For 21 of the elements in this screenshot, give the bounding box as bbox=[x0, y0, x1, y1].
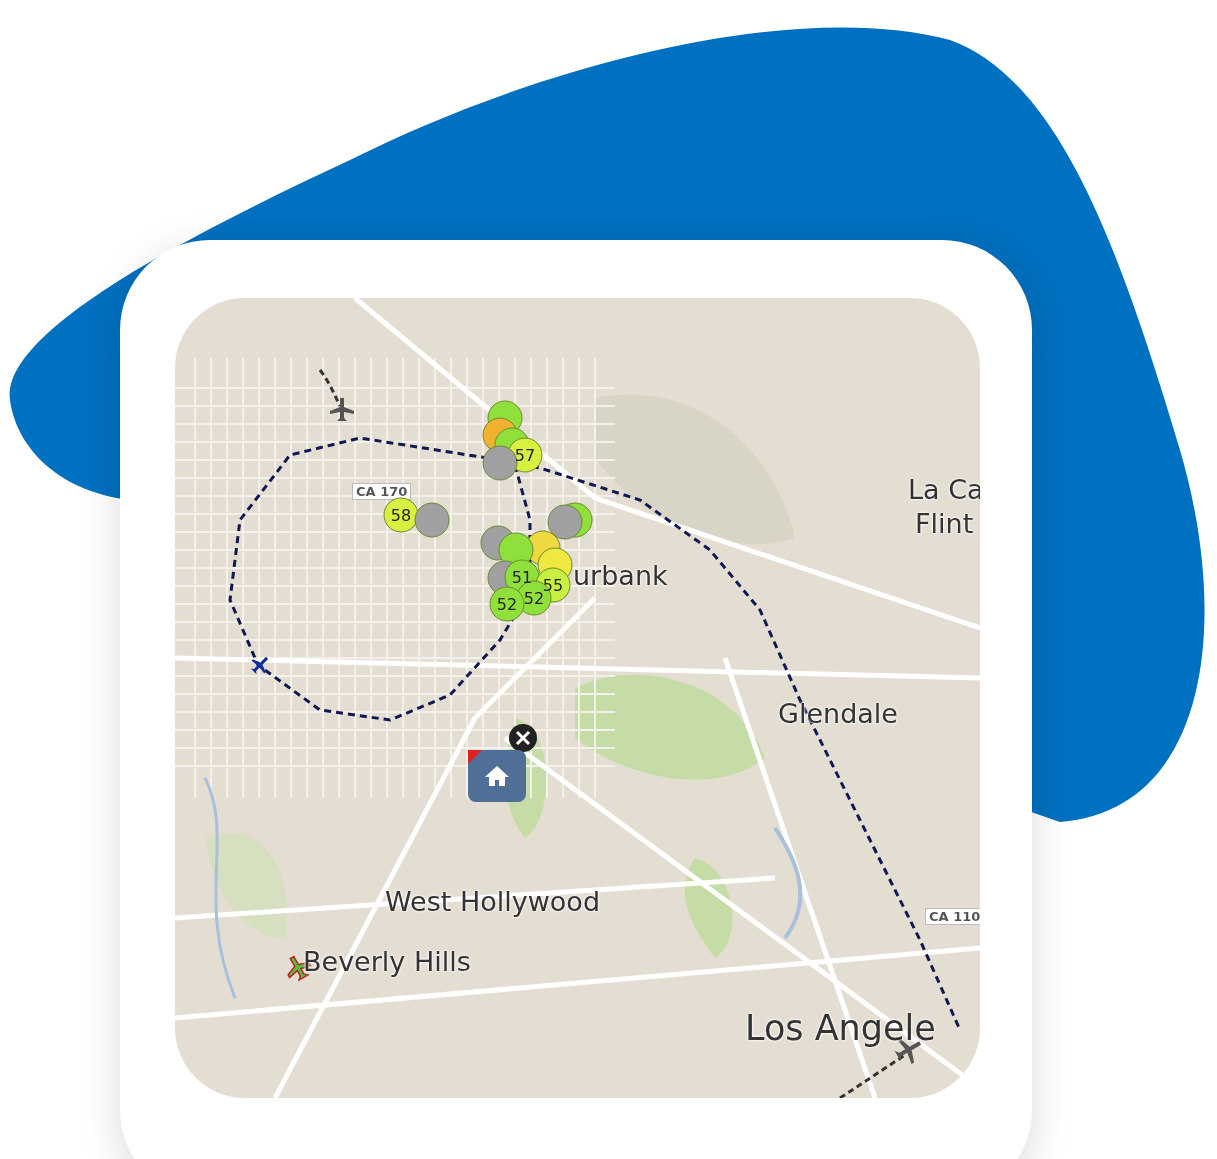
place-label: Glendale bbox=[778, 698, 898, 729]
home-button[interactable] bbox=[468, 750, 526, 802]
marker-label: 57 bbox=[514, 446, 536, 465]
marker-label: 55 bbox=[542, 576, 564, 595]
road-label: CA 170 bbox=[352, 483, 412, 500]
flight-trail bbox=[318, 369, 342, 407]
marker-label: 58 bbox=[390, 506, 412, 525]
airplane-icon[interactable] bbox=[330, 398, 354, 421]
marker-label: 51 bbox=[511, 568, 533, 587]
place-label: West Hollywood bbox=[385, 886, 601, 917]
marker-label: 52 bbox=[523, 589, 545, 608]
close-icon[interactable] bbox=[509, 724, 537, 752]
airplane-icon[interactable] bbox=[250, 656, 269, 675]
place-label: Flint bbox=[915, 508, 974, 539]
flight-trail bbox=[839, 1053, 906, 1098]
place-label: Los Angele bbox=[745, 1008, 936, 1048]
home-icon bbox=[484, 764, 510, 788]
road-label: CA 110 bbox=[925, 908, 980, 925]
place-label: Beverly Hills bbox=[303, 946, 471, 977]
marker-label: 52 bbox=[496, 595, 518, 614]
place-label: urbank bbox=[573, 560, 668, 591]
